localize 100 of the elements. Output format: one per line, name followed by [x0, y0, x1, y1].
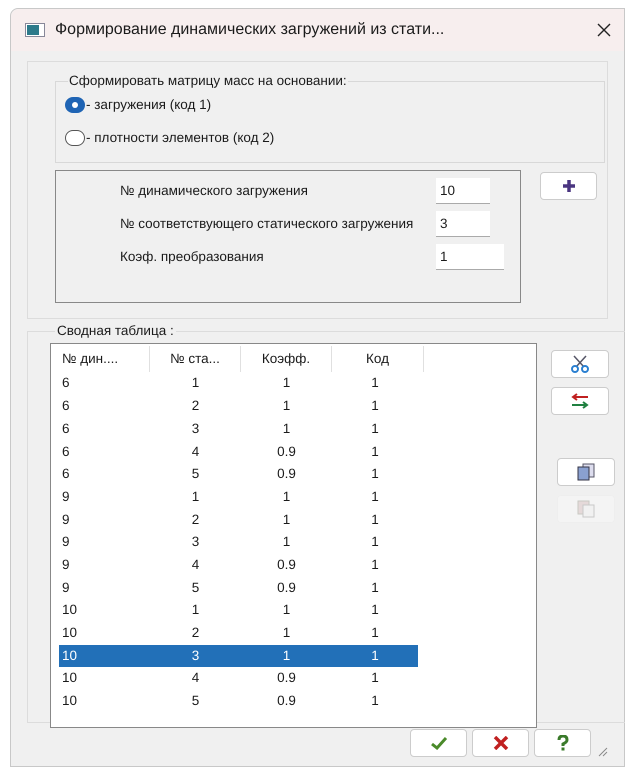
parameter-label: № соответствующего статического загружения [120, 215, 414, 233]
paste-icon [576, 500, 596, 518]
table-cell-text: 1 [370, 442, 380, 461]
column-header[interactable]: № ста... [150, 346, 241, 372]
table-row[interactable]: 9 5 0.9 1 [59, 576, 418, 600]
table-cell-text: 1 [190, 374, 200, 392]
table-row[interactable]: 6 4 0.9 1 [59, 440, 418, 463]
table-row[interactable]: 9 4 0.9 1 [59, 554, 418, 576]
table-cell-text: 3 [190, 420, 200, 438]
table-row[interactable]: 6 3 1 1 [59, 418, 418, 440]
table-row[interactable]: 6 5 0.9 1 [59, 463, 418, 486]
window-icon [25, 23, 45, 37]
table-cell-text: 0.9 [276, 578, 297, 597]
table-row[interactable]: 10 4 0.9 1 [59, 667, 418, 690]
window-title: Формирование динамических загружений из стати... [55, 20, 446, 40]
resize-grip-icon[interactable] [596, 745, 608, 757]
table-cell-text: 0.9 [276, 556, 297, 574]
copy-icon [576, 463, 596, 482]
table-cell-text: 6 [61, 397, 71, 416]
table-cell-text: 1 [282, 601, 292, 620]
table-cell-text: 1 [282, 488, 292, 506]
parameter-field[interactable]: 1 [436, 244, 504, 270]
table-cell-text: 1 [370, 465, 380, 484]
column-header[interactable]: Код [332, 346, 424, 372]
table-cell-text: 10 [61, 692, 78, 710]
ok-button[interactable] [410, 729, 467, 757]
table-cell-text: 3 [190, 646, 200, 665]
table-cell-text: 5 [190, 692, 200, 710]
table-cell-text: 1 [282, 624, 292, 642]
table-cell-text: 1 [370, 420, 380, 438]
table-cell-text: 9 [61, 578, 71, 597]
table-cell-text: 1 [370, 510, 380, 529]
table-cell-text: 0.9 [276, 669, 297, 688]
table-cell-text: 1 [370, 578, 380, 597]
close-icon [492, 736, 508, 750]
table-row[interactable]: 10 1 1 1 [59, 599, 418, 622]
table-cell-text: 9 [61, 510, 71, 529]
table-cell-text: 1 [370, 374, 380, 392]
table-row[interactable]: 10 3 1 1 [59, 644, 418, 668]
table-row[interactable]: 9 2 1 1 [59, 508, 418, 532]
table-row[interactable]: 6 1 1 1 [59, 372, 418, 395]
question-mark-icon [556, 735, 568, 751]
table-cell-text: 4 [190, 556, 200, 574]
table-row[interactable]: 10 2 1 1 [59, 622, 418, 644]
copy-button[interactable] [557, 458, 615, 486]
table-cell-text: 10 [61, 624, 78, 642]
table-cell-text: 2 [190, 510, 200, 529]
table-cell-text: 3 [190, 533, 200, 552]
table-cell-text: 6 [61, 374, 71, 392]
summary-legend: Сводная таблица : [55, 321, 176, 342]
table-row[interactable]: 9 3 1 1 [59, 531, 418, 554]
table-cell-text: 6 [61, 442, 71, 461]
table-cell-text: 1 [282, 533, 292, 552]
table-cell-text: 1 [370, 397, 380, 416]
table-cell-text: 1 [370, 624, 380, 642]
table-cell-text: 2 [190, 624, 200, 642]
table-cell-text: 0.9 [276, 442, 297, 461]
table-cell-text: 5 [190, 465, 200, 484]
table-cell-text: 1 [370, 488, 380, 506]
table-cell-text: 6 [61, 465, 71, 484]
table-row[interactable]: 10 5 0.9 1 [59, 690, 418, 713]
plus-icon [562, 179, 576, 193]
table-cell-text: 1 [370, 646, 380, 665]
radio-button[interactable] [65, 97, 85, 114]
table-row[interactable]: 6 2 1 1 [59, 394, 418, 418]
table-cell-text: 4 [190, 669, 200, 688]
help-button[interactable] [534, 729, 591, 757]
table-cell-text: 1 [282, 646, 292, 665]
table-cell-text: 1 [370, 601, 380, 620]
table-cell-text: 1 [282, 420, 292, 438]
cut-button[interactable] [551, 350, 609, 378]
swap-arrows-icon [570, 393, 590, 410]
parameter-label: № динамического загружения [120, 182, 309, 200]
table-cell-text: 1 [282, 374, 292, 392]
table-cell-text: 1 [370, 533, 380, 552]
table-cell-text: 9 [61, 533, 71, 552]
parameter-field[interactable]: 3 [436, 210, 490, 236]
column-header[interactable]: Коэфф. [241, 346, 332, 372]
table-cell-text: 2 [190, 397, 200, 416]
cancel-button[interactable] [472, 729, 529, 757]
column-header[interactable]: № дин.... [59, 346, 150, 372]
swap-button[interactable] [551, 387, 609, 416]
table-cell-text: 5 [190, 578, 200, 597]
table-row[interactable]: 9 1 1 1 [59, 486, 418, 508]
table-cell-text: 10 [61, 601, 78, 620]
table-cell-text: 10 [61, 669, 78, 688]
table-cell-text: 10 [61, 646, 78, 665]
add-button[interactable] [540, 172, 597, 200]
scissors-icon [570, 355, 590, 374]
table-cell-text: 9 [61, 488, 71, 506]
parameter-field[interactable]: 10 [436, 178, 490, 204]
checkmark-icon [430, 736, 446, 750]
table-cell-text: 0.9 [276, 692, 297, 710]
radio-button[interactable] [65, 130, 85, 146]
table-cell-text: 9 [61, 556, 71, 574]
radio-label: - плотности элементов (код 2) [86, 128, 274, 147]
table-cell-text: 1 [370, 556, 380, 574]
close-icon[interactable] [596, 22, 612, 38]
table-cell-text: 1 [370, 669, 380, 688]
table-cell-text: 1 [190, 601, 200, 620]
